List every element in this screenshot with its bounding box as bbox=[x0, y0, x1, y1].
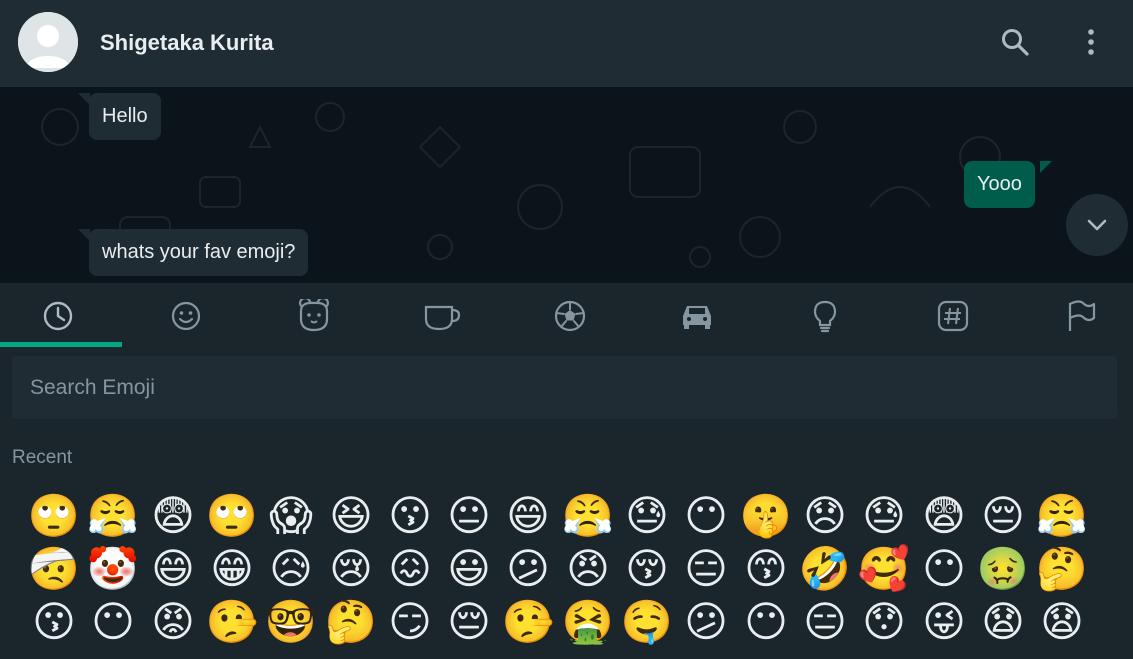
emoji-button[interactable]: 😗 bbox=[381, 489, 439, 543]
emoji-button[interactable]: 😶 bbox=[84, 595, 142, 649]
emoji-button[interactable]: 😨 bbox=[144, 489, 202, 543]
message-incoming[interactable]: whats your fav emoji? bbox=[89, 229, 309, 276]
emoji-button[interactable]: 🤔 bbox=[322, 595, 380, 649]
tab-flags[interactable] bbox=[1031, 283, 1131, 349]
objects-icon bbox=[813, 300, 837, 333]
emoji-button[interactable]: 😞 bbox=[796, 489, 854, 543]
emoji-button[interactable]: 😯 bbox=[855, 595, 913, 649]
emoji-button[interactable]: 🤥 bbox=[499, 595, 557, 649]
emoji-button[interactable]: 😄 bbox=[499, 489, 557, 543]
emoji-search-input[interactable] bbox=[12, 356, 1117, 419]
emoji-button[interactable]: 🤫 bbox=[737, 489, 795, 543]
emoji-button[interactable]: 🤡 bbox=[84, 542, 142, 596]
emoji-button[interactable]: 🤣 bbox=[796, 542, 854, 596]
tab-objects[interactable] bbox=[775, 283, 875, 349]
emoji-button[interactable]: 😶 bbox=[677, 489, 735, 543]
animals-icon bbox=[299, 299, 329, 332]
tab-smileys[interactable] bbox=[136, 283, 236, 349]
emoji-button[interactable]: 🤕 bbox=[25, 542, 83, 596]
emoji-button[interactable]: 😤 bbox=[559, 489, 617, 543]
emoji-button[interactable]: 😖 bbox=[381, 542, 439, 596]
default-avatar-icon bbox=[18, 12, 78, 72]
emoji-button[interactable]: 😔 bbox=[440, 595, 498, 649]
emoji-button[interactable]: 😙 bbox=[737, 542, 795, 596]
tab-travel[interactable] bbox=[647, 283, 747, 349]
emoji-button[interactable]: 🙄 bbox=[25, 489, 83, 543]
flags-icon bbox=[1068, 300, 1096, 331]
tab-food[interactable] bbox=[392, 283, 492, 349]
emoji-button[interactable]: 🥰 bbox=[855, 542, 913, 596]
emoji-button[interactable]: 😑 bbox=[677, 542, 735, 596]
emoji-button[interactable]: 😓 bbox=[618, 489, 676, 543]
travel-icon bbox=[683, 306, 711, 329]
emoji-button[interactable]: 😠 bbox=[559, 542, 617, 596]
emoji-button[interactable]: 😐 bbox=[440, 489, 498, 543]
emoji-button[interactable]: 🤮 bbox=[559, 595, 617, 649]
emoji-button[interactable]: 😧 bbox=[974, 595, 1032, 649]
chat-header: Shigetaka Kurita bbox=[0, 0, 1133, 87]
emoji-button[interactable]: 😄 bbox=[144, 542, 202, 596]
recent-icon bbox=[43, 301, 73, 331]
emoji-button[interactable]: 😁 bbox=[203, 542, 261, 596]
symbols-icon bbox=[937, 300, 969, 332]
emoji-button[interactable]: 🤥 bbox=[203, 595, 261, 649]
tab-activity[interactable] bbox=[520, 283, 620, 349]
tab-recent[interactable] bbox=[8, 283, 108, 349]
emoji-button[interactable]: 😏 bbox=[381, 595, 439, 649]
emoji-button[interactable]: 😃 bbox=[440, 542, 498, 596]
message-outgoing[interactable]: Yooo bbox=[964, 161, 1035, 208]
emoji-button[interactable]: 🤔 bbox=[1033, 542, 1091, 596]
avatar[interactable] bbox=[18, 12, 78, 72]
contact-name[interactable]: Shigetaka Kurita bbox=[100, 30, 274, 56]
bubble-tail bbox=[1040, 161, 1052, 173]
active-tab-indicator bbox=[0, 342, 122, 347]
scroll-to-bottom-button[interactable] bbox=[1066, 194, 1128, 256]
chat-messages: Hello Yooo whats your fav emoji? bbox=[0, 87, 1133, 283]
smileys-icon bbox=[171, 301, 201, 331]
emoji-button[interactable]: 😚 bbox=[618, 542, 676, 596]
emoji-button[interactable]: 😱 bbox=[262, 489, 320, 543]
emoji-button[interactable]: 🙄 bbox=[203, 489, 261, 543]
emoji-category-tabs bbox=[0, 283, 1133, 349]
emoji-button[interactable]: 😨 bbox=[915, 489, 973, 543]
emoji-button[interactable]: 😤 bbox=[1033, 489, 1091, 543]
search-icon[interactable] bbox=[999, 26, 1031, 58]
emoji-button[interactable]: 😑 bbox=[796, 595, 854, 649]
activity-icon bbox=[554, 300, 586, 332]
emoji-button[interactable]: 😶 bbox=[915, 542, 973, 596]
menu-icon[interactable] bbox=[1075, 26, 1107, 58]
emoji-button[interactable]: 😢 bbox=[322, 542, 380, 596]
food-icon bbox=[424, 305, 461, 331]
emoji-button[interactable]: 🤓 bbox=[262, 595, 320, 649]
tab-animals[interactable] bbox=[264, 283, 364, 349]
emoji-button[interactable]: 🤤 bbox=[618, 595, 676, 649]
emoji-button[interactable]: 😔 bbox=[974, 489, 1032, 543]
emoji-button[interactable]: 🤢 bbox=[974, 542, 1032, 596]
emoji-button[interactable]: 😓 bbox=[855, 489, 913, 543]
emoji-button[interactable]: 😥 bbox=[262, 542, 320, 596]
emoji-button[interactable]: 😧 bbox=[1033, 595, 1091, 649]
emoji-button[interactable]: 😆 bbox=[322, 489, 380, 543]
emoji-button[interactable]: 😡 bbox=[144, 595, 202, 649]
tab-symbols[interactable] bbox=[903, 283, 1003, 349]
emoji-button[interactable]: 😜 bbox=[915, 595, 973, 649]
emoji-button[interactable]: 😶 bbox=[737, 595, 795, 649]
message-incoming[interactable]: Hello bbox=[89, 93, 161, 140]
emoji-button[interactable]: 😕 bbox=[677, 595, 735, 649]
chevron-down-icon bbox=[1087, 219, 1107, 231]
emoji-button[interactable]: 😤 bbox=[84, 489, 142, 543]
emoji-panel: Recent 🙄😤😨🙄😱😆😗😐😄😤😓😶🤫😞😓😨😔😤🤕🤡😄😁😥😢😖😃😕😠😚😑😙🤣🥰… bbox=[0, 283, 1133, 659]
section-label-recent: Recent bbox=[12, 447, 73, 468]
emoji-button[interactable]: 😗 bbox=[25, 595, 83, 649]
emoji-button[interactable]: 😕 bbox=[499, 542, 557, 596]
